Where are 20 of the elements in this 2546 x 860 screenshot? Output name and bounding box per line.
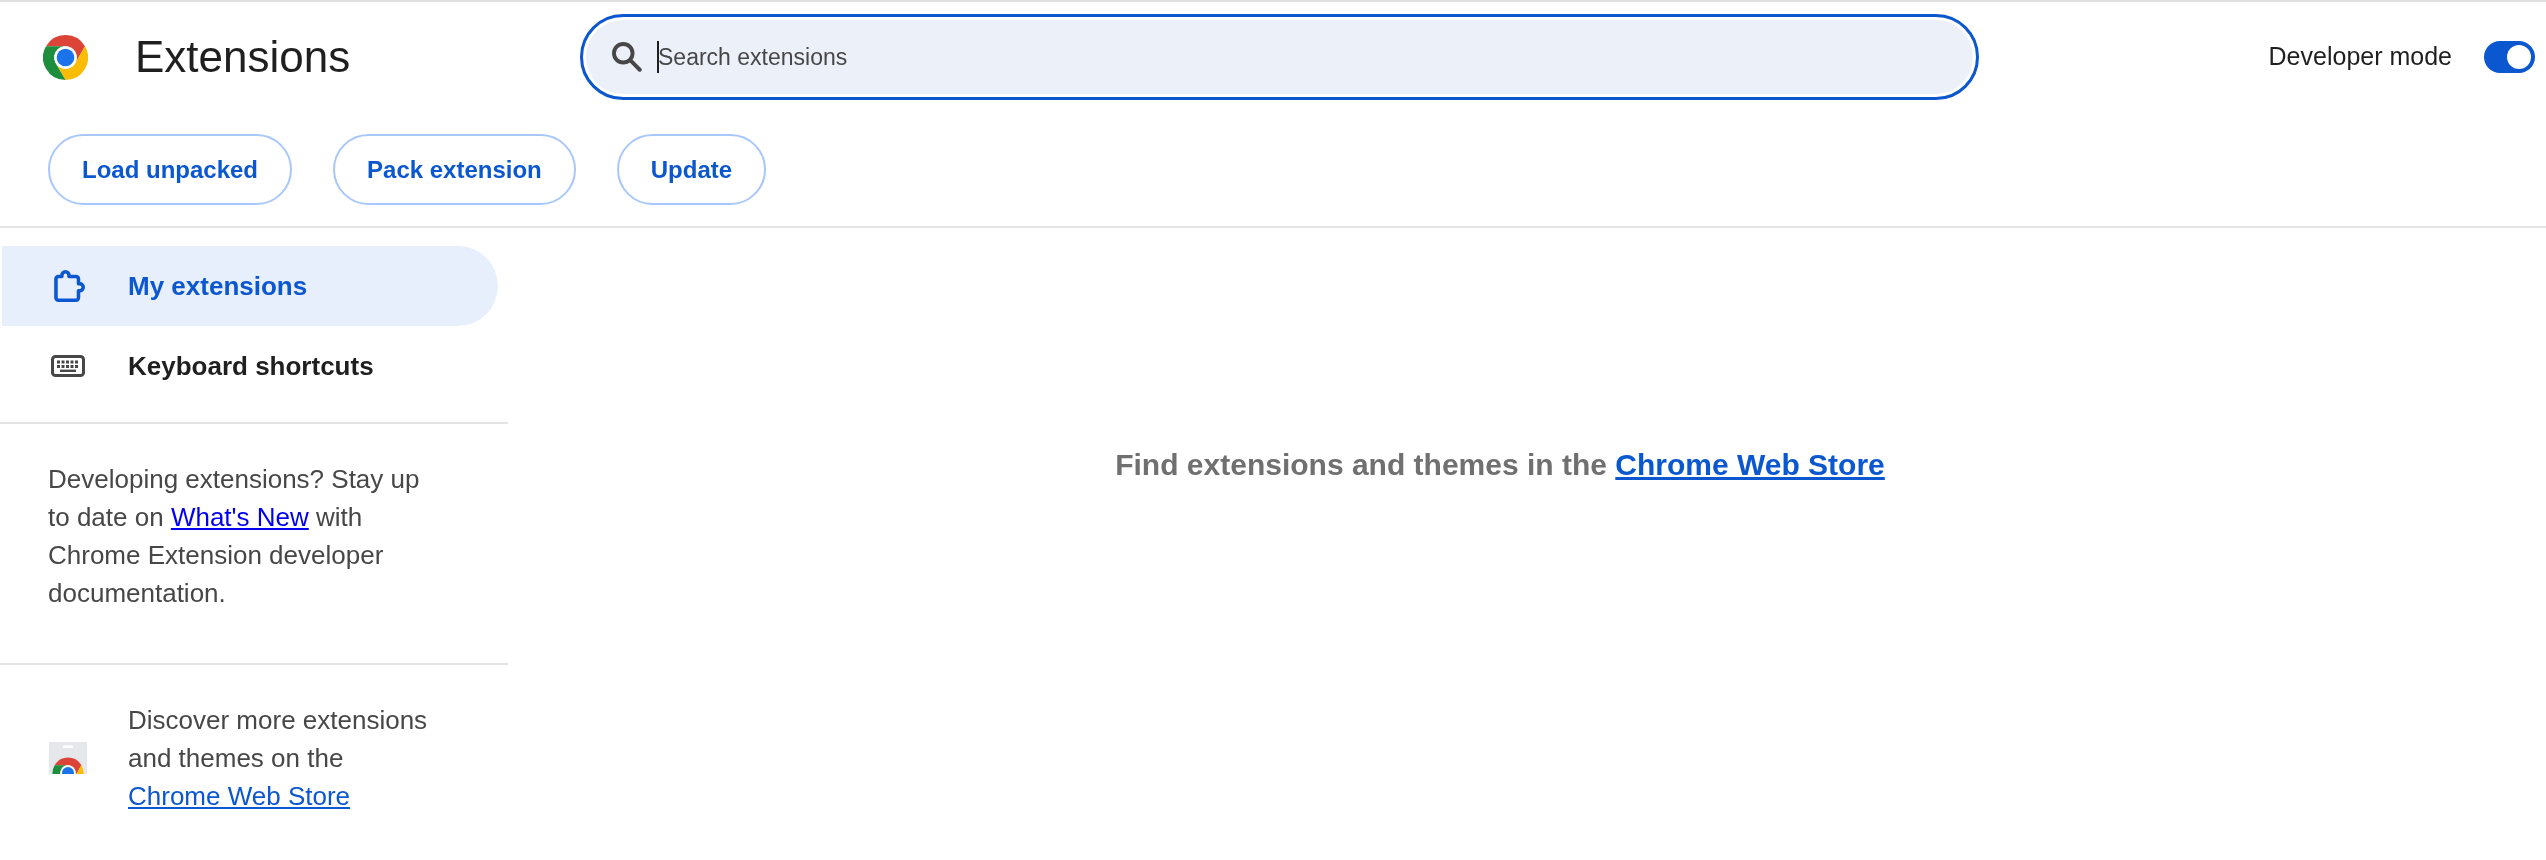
developer-note: Developing extensions? Stay up to date on What's New with Chrome Extension developer documentation. [48,463,421,610]
page-title: Extensions [135,35,351,79]
web-store-link[interactable]: Chrome Web Store [1615,448,1885,481]
puzzle-piece-icon [53,270,85,302]
logo-icon [43,34,88,80]
empty-message: Find extensions and themes in the Chrome Web Store [1114,447,1886,483]
store-bag-icon [49,742,87,774]
keyboard-icon [51,355,85,377]
store-promo-text: Discover more extensions and themes on the Chrome Web Store [128,704,429,813]
toolbar-button[interactable]: Update [616,134,767,205]
whats-new-link[interactable]: What's New [170,502,309,532]
developer-mode-label: Developer mode [2268,41,2452,73]
developer-mode-toggle[interactable] [2484,41,2535,73]
search-field[interactable]: Search extensions [580,14,1979,100]
search-icon [612,42,642,72]
sidebar-item[interactable]: My extensions [2,246,498,326]
toolbar-button[interactable]: Load unpacked [48,134,293,205]
web-store-link[interactable]: Chrome Web Store [128,781,351,811]
toolbar-button[interactable]: Pack extension [333,134,576,205]
text-cursor-icon [657,41,659,73]
